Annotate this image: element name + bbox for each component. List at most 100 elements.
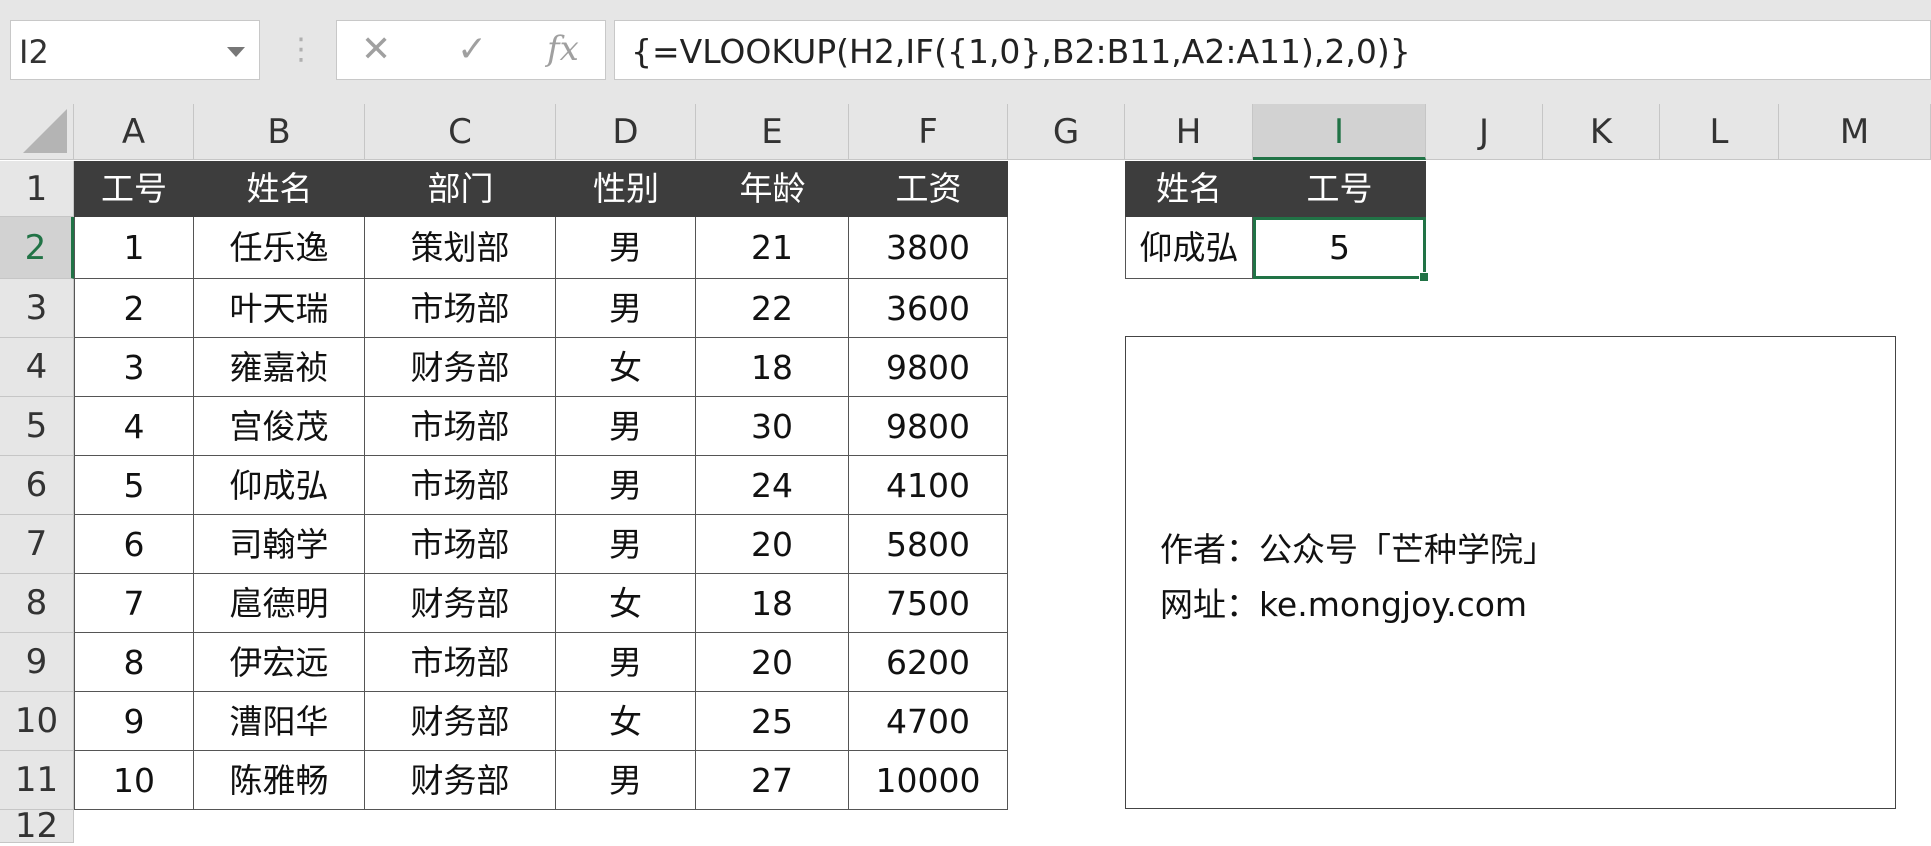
lookup-header-name[interactable]: 姓名 <box>1125 161 1253 217</box>
table-cell[interactable]: 女 <box>556 692 696 751</box>
column-header-m[interactable]: M <box>1779 104 1931 160</box>
table-cell[interactable]: 10000 <box>849 751 1008 810</box>
column-header-c[interactable]: C <box>365 104 556 160</box>
table-cell[interactable]: 叶天瑞 <box>194 279 365 338</box>
table-cell[interactable]: 财务部 <box>365 574 556 633</box>
table-header-cell[interactable]: 姓名 <box>194 161 365 217</box>
formula-input[interactable]: {=VLOOKUP(H2,IF({1,0},B2:B11,A2:A11),2,0… <box>614 20 1931 80</box>
column-header-b[interactable]: B <box>194 104 365 160</box>
table-cell[interactable]: 24 <box>696 456 849 515</box>
table-cell[interactable]: 20 <box>696 515 849 574</box>
table-header-cell[interactable]: 工资 <box>849 161 1008 217</box>
row-header-3[interactable]: 3 <box>0 279 74 338</box>
table-cell[interactable]: 6200 <box>849 633 1008 692</box>
insert-function-icon[interactable]: fx <box>547 29 579 69</box>
table-cell[interactable]: 4 <box>74 397 194 456</box>
table-header-cell[interactable]: 工号 <box>74 161 194 217</box>
column-header-e[interactable]: E <box>696 104 849 160</box>
table-cell[interactable]: 5 <box>74 456 194 515</box>
table-cell[interactable]: 男 <box>556 217 696 279</box>
table-cell[interactable]: 7 <box>74 574 194 633</box>
row-header-11[interactable]: 11 <box>0 751 74 810</box>
table-cell[interactable]: 10 <box>74 751 194 810</box>
chevron-down-icon[interactable] <box>227 47 245 57</box>
table-cell[interactable]: 5800 <box>849 515 1008 574</box>
column-header-d[interactable]: D <box>556 104 696 160</box>
table-cell[interactable]: 30 <box>696 397 849 456</box>
table-cell[interactable]: 陈雅畅 <box>194 751 365 810</box>
row-header-12[interactable]: 12 <box>0 809 74 843</box>
table-cell[interactable]: 漕阳华 <box>194 692 365 751</box>
column-header-i[interactable]: I <box>1253 104 1426 160</box>
table-cell[interactable]: 市场部 <box>365 515 556 574</box>
column-header-l[interactable]: L <box>1660 104 1779 160</box>
table-cell[interactable]: 市场部 <box>365 279 556 338</box>
table-cell[interactable]: 3800 <box>849 217 1008 279</box>
table-cell[interactable]: 8 <box>74 633 194 692</box>
table-cell[interactable]: 4700 <box>849 692 1008 751</box>
row-header-6[interactable]: 6 <box>0 456 74 515</box>
table-cell[interactable]: 4100 <box>849 456 1008 515</box>
table-cell[interactable]: 25 <box>696 692 849 751</box>
table-cell[interactable]: 女 <box>556 338 696 397</box>
row-header-8[interactable]: 8 <box>0 574 74 633</box>
table-header-cell[interactable]: 性别 <box>556 161 696 217</box>
table-cell[interactable]: 6 <box>74 515 194 574</box>
table-cell[interactable]: 22 <box>696 279 849 338</box>
row-header-5[interactable]: 5 <box>0 397 74 456</box>
column-header-f[interactable]: F <box>849 104 1008 160</box>
table-cell[interactable]: 9800 <box>849 338 1008 397</box>
table-cell[interactable]: 27 <box>696 751 849 810</box>
name-box[interactable]: I2 <box>10 20 260 80</box>
table-cell[interactable]: 任乐逸 <box>194 217 365 279</box>
table-cell[interactable]: 男 <box>556 456 696 515</box>
lookup-header-id[interactable]: 工号 <box>1253 161 1426 217</box>
table-cell[interactable]: 财务部 <box>365 692 556 751</box>
table-cell[interactable]: 扈德明 <box>194 574 365 633</box>
row-header-1[interactable]: 1 <box>0 161 74 217</box>
table-cell[interactable]: 3 <box>74 338 194 397</box>
table-cell[interactable]: 9 <box>74 692 194 751</box>
row-header-10[interactable]: 10 <box>0 692 74 751</box>
row-header-7[interactable]: 7 <box>0 515 74 574</box>
table-cell[interactable]: 仰成弘 <box>194 456 365 515</box>
table-cell[interactable]: 男 <box>556 279 696 338</box>
table-cell[interactable]: 女 <box>556 574 696 633</box>
table-cell[interactable]: 1 <box>74 217 194 279</box>
table-cell[interactable]: 3600 <box>849 279 1008 338</box>
table-cell[interactable]: 男 <box>556 633 696 692</box>
row-header-2[interactable]: 2 <box>0 217 74 279</box>
table-cell[interactable]: 市场部 <box>365 397 556 456</box>
table-cell[interactable]: 20 <box>696 633 849 692</box>
table-cell[interactable]: 宫俊茂 <box>194 397 365 456</box>
table-cell[interactable]: 市场部 <box>365 456 556 515</box>
table-cell[interactable]: 9800 <box>849 397 1008 456</box>
select-all-button[interactable] <box>0 104 74 160</box>
table-cell[interactable]: 18 <box>696 338 849 397</box>
table-cell[interactable]: 21 <box>696 217 849 279</box>
table-cell[interactable]: 司翰学 <box>194 515 365 574</box>
cancel-icon[interactable]: ✕ <box>361 29 391 70</box>
column-header-j[interactable]: J <box>1426 104 1543 160</box>
enter-icon[interactable]: ✓ <box>457 29 487 70</box>
table-cell[interactable]: 雍嘉祯 <box>194 338 365 397</box>
column-header-k[interactable]: K <box>1543 104 1660 160</box>
table-cell[interactable]: 伊宏远 <box>194 633 365 692</box>
table-cell[interactable]: 市场部 <box>365 633 556 692</box>
fill-handle[interactable] <box>1419 272 1429 282</box>
row-header-9[interactable]: 9 <box>0 633 74 692</box>
column-header-a[interactable]: A <box>74 104 194 160</box>
table-cell[interactable]: 2 <box>74 279 194 338</box>
column-header-h[interactable]: H <box>1125 104 1253 160</box>
table-header-cell[interactable]: 年龄 <box>696 161 849 217</box>
column-header-g[interactable]: G <box>1008 104 1125 160</box>
table-cell[interactable]: 男 <box>556 751 696 810</box>
table-cell[interactable]: 18 <box>696 574 849 633</box>
row-header-4[interactable]: 4 <box>0 338 74 397</box>
table-cell[interactable]: 男 <box>556 515 696 574</box>
table-cell[interactable]: 男 <box>556 397 696 456</box>
table-cell[interactable]: 财务部 <box>365 338 556 397</box>
note-textbox[interactable]: 作者：公众号「芒种学院」 网址：ke.mongjoy.com <box>1125 336 1896 809</box>
table-cell[interactable]: 7500 <box>849 574 1008 633</box>
lookup-name-cell[interactable]: 仰成弘 <box>1125 217 1253 279</box>
